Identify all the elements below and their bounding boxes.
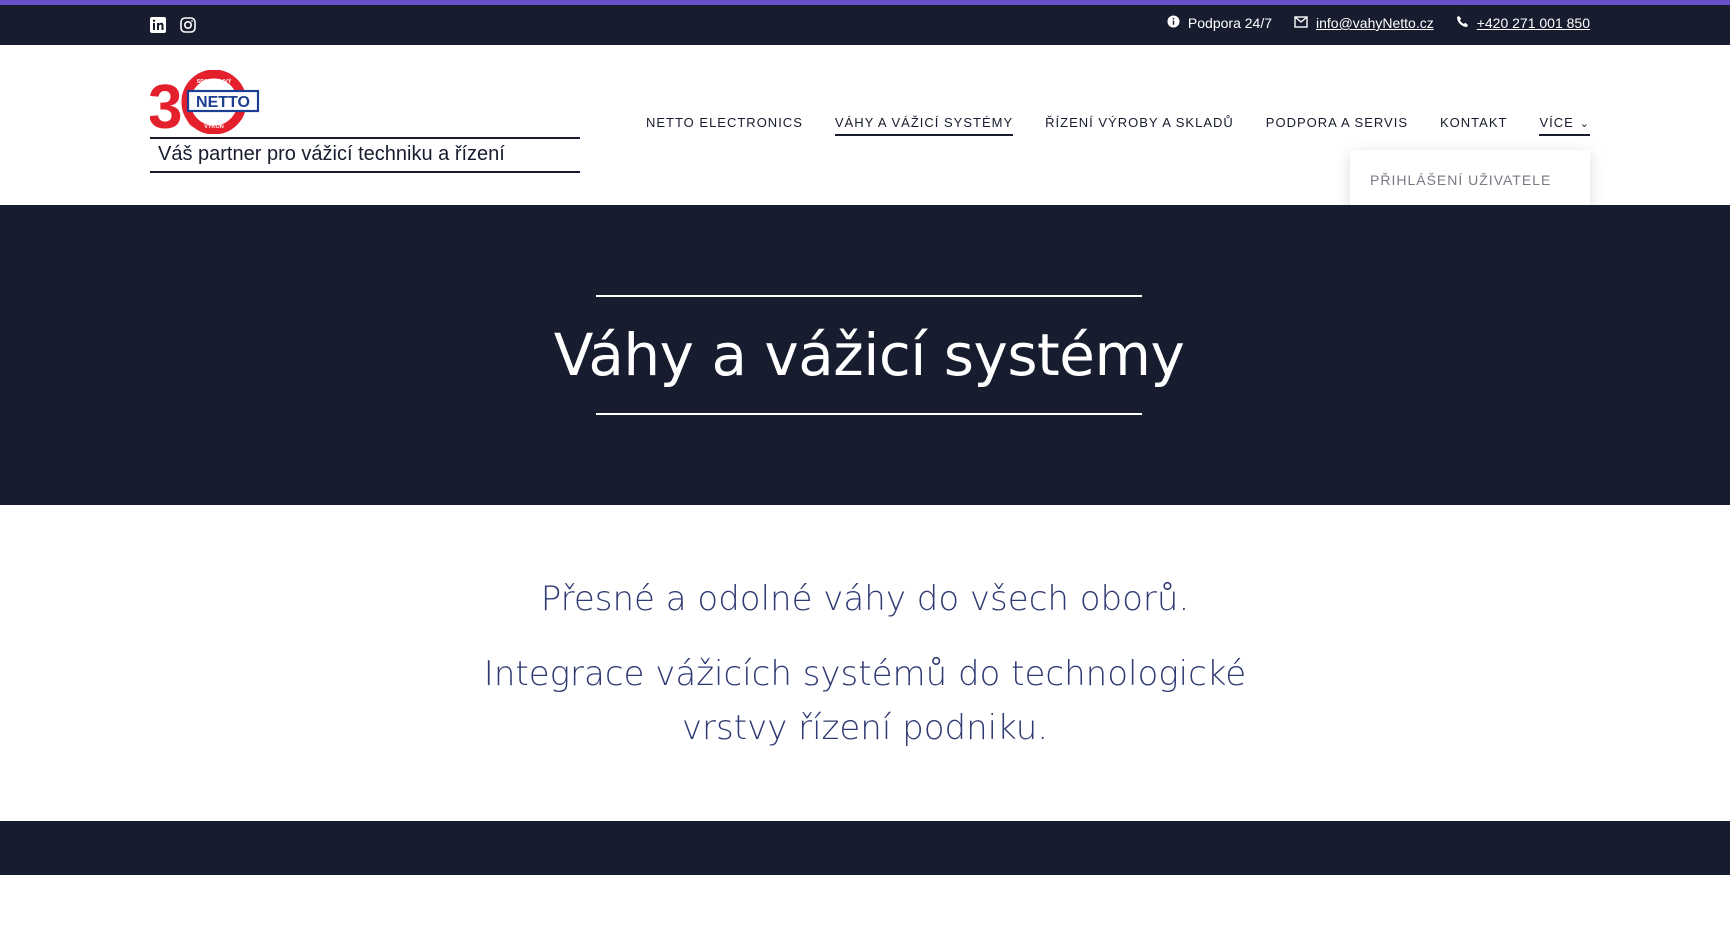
nav-item-kontakt[interactable]: KONTAKT bbox=[1440, 115, 1507, 136]
info-icon bbox=[1167, 15, 1180, 31]
nav-item-vice[interactable]: VÍCE ⌄ bbox=[1539, 115, 1590, 136]
site-tagline: Váš partner pro vážicí techniku a řízení bbox=[150, 137, 580, 173]
email-contact: info@vahyNetto.cz bbox=[1294, 15, 1434, 31]
support-contact: Podpora 24/7 bbox=[1167, 15, 1272, 31]
intro-line-1: Přesné a odolné váhy do všech oborů. bbox=[540, 579, 1190, 619]
nav-item-vahy[interactable]: VÁHY A VÁŽICÍ SYSTÉMY bbox=[834, 115, 1014, 136]
footer-band bbox=[0, 821, 1730, 875]
hero-banner: Váhy a vážicí systémy bbox=[0, 205, 1730, 505]
instagram-icon[interactable] bbox=[180, 17, 196, 33]
nav-item-netto-electronics[interactable]: NETTO ELECTRONICS bbox=[646, 115, 803, 136]
logo-brand: NETTO bbox=[196, 94, 250, 111]
chevron-down-icon: ⌄ bbox=[1579, 118, 1590, 130]
more-dropdown-menu: PŘIHLÁŠENÍ UŽIVATELE bbox=[1350, 150, 1590, 208]
email-link[interactable]: info@vahyNetto.cz bbox=[1316, 15, 1434, 31]
phone-link[interactable]: +420 271 001 850 bbox=[1477, 15, 1590, 31]
nav-item-vice-label: VÍCE bbox=[1539, 115, 1574, 130]
site-logo[interactable]: 30 NETTO SPOLEHLIVÝ VÝKON bbox=[148, 69, 262, 142]
page-title: Váhy a vážicí systémy bbox=[553, 321, 1185, 389]
linkedin-icon[interactable] bbox=[150, 17, 166, 33]
menu-item-login[interactable]: PŘIHLÁŠENÍ UŽIVATELE bbox=[1370, 172, 1570, 188]
mail-icon bbox=[1294, 15, 1308, 31]
phone-icon bbox=[1456, 15, 1469, 31]
support-label: Podpora 24/7 bbox=[1187, 15, 1272, 31]
logo-ring-top: SPOLEHLIVÝ bbox=[197, 78, 232, 85]
hero-title-frame: Váhy a vážicí systémy bbox=[554, 295, 1185, 415]
nav-item-rizeni[interactable]: ŘÍZENÍ VÝROBY A SKLADŮ bbox=[1045, 115, 1234, 136]
intro-line-2: Integrace vážicích systémů do technologi… bbox=[483, 654, 1247, 748]
phone-contact: +420 271 001 850 bbox=[1456, 15, 1590, 31]
contact-info: Podpora 24/7 info@vahyNetto.cz +420 271 … bbox=[1167, 15, 1590, 31]
main-nav: NETTO ELECTRONICS VÁHY A VÁŽICÍ SYSTÉMY … bbox=[646, 115, 1590, 136]
social-links bbox=[150, 17, 196, 33]
nav-item-podpora[interactable]: PODPORA A SERVIS bbox=[1266, 115, 1408, 136]
intro-section: Přesné a odolné váhy do všech oborů. Int… bbox=[0, 505, 1730, 821]
logo-ring-bottom: VÝKON bbox=[204, 123, 224, 130]
top-bar: Podpora 24/7 info@vahyNetto.cz +420 271 … bbox=[0, 5, 1730, 45]
